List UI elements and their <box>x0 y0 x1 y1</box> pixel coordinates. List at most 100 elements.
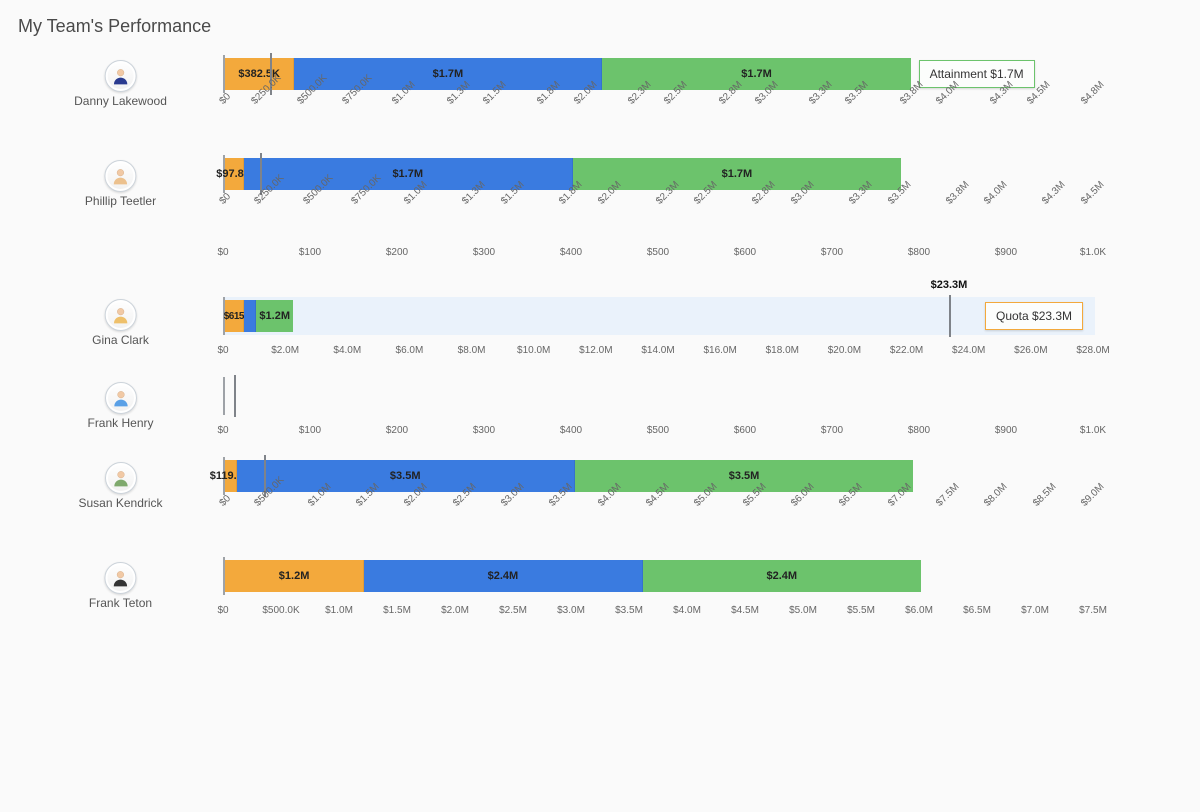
axis: $0$500.0K$1.0M$1.5M$2.0M$2.5M$3.0M$3.5M$… <box>223 497 1093 539</box>
axis-tick: $8.0M <box>458 345 486 356</box>
tooltip: Attainment $1.7M <box>919 60 1035 88</box>
quota-marker <box>234 375 236 417</box>
axis-tick: $28.0M <box>1076 345 1109 356</box>
chart-column: $615$1.2M$23.3MQuota $23.3M$0$2.0M$4.0M$… <box>223 279 1093 359</box>
attainment-bar: $615$1.2M$23.3MQuota $23.3M <box>223 297 1095 335</box>
avatar[interactable] <box>105 299 137 331</box>
axis-tick: $700 <box>821 425 843 436</box>
axis-tick: $1.0K <box>1080 425 1106 436</box>
axis-tick: $0 <box>217 605 228 616</box>
segment-label: $1.7M <box>741 68 772 80</box>
tooltip: Quota $23.3M <box>985 302 1083 330</box>
axis-tick: $6.0M <box>905 605 933 616</box>
person-name: Susan Kendrick <box>78 496 162 510</box>
axis-tick: $200 <box>386 247 408 258</box>
axis-tick: $4.5M <box>731 605 759 616</box>
attainment-bar: $1.2M $2.4M $2.4M <box>223 557 1095 595</box>
panel-title: My Team's Performance <box>18 16 1182 37</box>
axis-tick: $500 <box>647 247 669 258</box>
segment-label: $1.2M <box>279 570 310 582</box>
axis-tick: $100 <box>299 425 321 436</box>
person-column: Danny Lakewood <box>18 55 223 114</box>
axis-tick: $300 <box>473 247 495 258</box>
segment-label: $3.5M <box>390 470 421 482</box>
segment-orange[interactable]: $615 <box>225 300 244 332</box>
axis-tick: $26.0M <box>1014 345 1047 356</box>
axis-tick: $7.5M <box>1079 605 1107 616</box>
segment-label: $1.2M <box>259 310 290 322</box>
avatar[interactable] <box>105 160 137 192</box>
performance-rows: Danny Lakewood $382.5K $1.7M $1.7M Attainmen… <box>18 55 1182 637</box>
axis-tick: $6.0M <box>396 345 424 356</box>
person-column: Susan Kendrick <box>18 457 223 516</box>
person-row: Danny Lakewood $382.5K $1.7M $1.7M Attainmen… <box>18 55 1182 137</box>
segment-orange[interactable]: $382.5K <box>225 58 294 90</box>
person-column: Phillip Teetler <box>18 155 223 214</box>
avatar[interactable] <box>104 462 136 494</box>
axis-tick: $18.0M <box>766 345 799 356</box>
segment-blue[interactable]: $2.4M <box>364 560 642 592</box>
axis-tick: $16.0M <box>703 345 736 356</box>
axis-tick: $14.0M <box>641 345 674 356</box>
person-row: Gina Clark$615$1.2M$23.3MQuota $23.3M$0$… <box>18 279 1182 359</box>
axis-tick: $500.0K <box>262 605 299 616</box>
segment-label: $1.7M <box>722 168 753 180</box>
segment-green[interactable]: $1.2M <box>256 300 293 332</box>
axis-tick: $24.0M <box>952 345 985 356</box>
person-column: Gina Clark <box>18 279 223 353</box>
person-name: Phillip Teetler <box>85 194 156 208</box>
segment-orange[interactable]: $97.8K <box>225 158 244 190</box>
axis-tick: $600 <box>734 425 756 436</box>
segment-green[interactable]: $2.4M <box>643 560 921 592</box>
chart-column: $382.5K $1.7M $1.7M Attainment $1.7M $0$250.… <box>223 55 1093 137</box>
chart-column: $1.2M$2.4M$2.4M$0$500.0K$1.0M$1.5M$2.0M$… <box>223 557 1093 619</box>
axis: $0$2.0M$4.0M$6.0M$8.0M$10.0M$12.0M$14.0M… <box>223 343 1093 359</box>
person-row: Phillip Teetler$97.8K$1.7M$1.7M$0$250.0K… <box>18 155 1182 261</box>
axis-tick: $300 <box>473 425 495 436</box>
axis-tick: $0 <box>217 345 228 356</box>
axis-tick: $1.0M <box>325 605 353 616</box>
axis: $0$250.0K$500.0K$750.0K$1.0M$1.3M$1.5M$1… <box>223 95 1093 137</box>
segment-blue[interactable] <box>244 300 256 332</box>
team-performance-panel: My Team's Performance Danny Lakewood $382… <box>0 0 1200 667</box>
axis-tick: $3.5M <box>615 605 643 616</box>
segment-label: $1.7M <box>433 68 464 80</box>
segment-label: $2.4M <box>488 570 519 582</box>
quota-marker <box>949 295 951 337</box>
axis-tick: $12.0M <box>579 345 612 356</box>
axis-tick: $20.0M <box>828 345 861 356</box>
avatar[interactable] <box>105 382 137 414</box>
person-name: Danny Lakewood <box>74 94 167 108</box>
segment-label: $2.4M <box>767 570 798 582</box>
attainment-bar <box>223 377 1095 415</box>
axis: $0$100$200$300$400$500$600$700$800$900$1… <box>223 245 1093 261</box>
avatar[interactable] <box>104 60 136 92</box>
axis-tick: $22.0M <box>890 345 923 356</box>
axis-tick: $5.0M <box>789 605 817 616</box>
axis-tick: $6.5M <box>963 605 991 616</box>
axis-tick: $200 <box>386 425 408 436</box>
person-column: Frank Teton <box>18 557 223 616</box>
axis-tick: $800 <box>908 247 930 258</box>
axis-tick: $500 <box>647 425 669 436</box>
axis-tick: $2.5M <box>499 605 527 616</box>
segment-label: $1.7M <box>392 168 423 180</box>
axis-tick: $600 <box>734 247 756 258</box>
avatar[interactable] <box>105 562 137 594</box>
axis-tick: $900 <box>995 247 1017 258</box>
axis-tick: $800 <box>908 425 930 436</box>
chart-column: $97.8K$1.7M$1.7M$0$250.0K$500.0K$750.0K$… <box>223 155 1093 261</box>
segment-label: $3.5M <box>729 470 760 482</box>
person-row: Frank Teton $1.2M $2.4M $2.4M $0 $500.0K $1.0M… <box>18 557 1182 619</box>
axis-tick: $10.0M <box>517 345 550 356</box>
person-row: Susan Kendrick $119.5K $3.5M $3.5M $0$500.0K… <box>18 457 1182 539</box>
axis: $0$500.0K$1.0M$1.5M$2.0M$2.5M$3.0M$3.5M$… <box>223 603 1093 619</box>
segment-orange[interactable]: $119.5K <box>225 460 237 492</box>
segment-orange[interactable]: $1.2M <box>225 560 364 592</box>
axis-tick: $7.0M <box>1021 605 1049 616</box>
axis-tick: $4.0M <box>673 605 701 616</box>
person-name: Frank Henry <box>87 416 153 430</box>
chart-column: $0$100$200$300$400$500$600$700$800$900$1… <box>223 377 1093 439</box>
axis-tick: $2.0M <box>441 605 469 616</box>
person-name: Frank Teton <box>89 596 152 610</box>
